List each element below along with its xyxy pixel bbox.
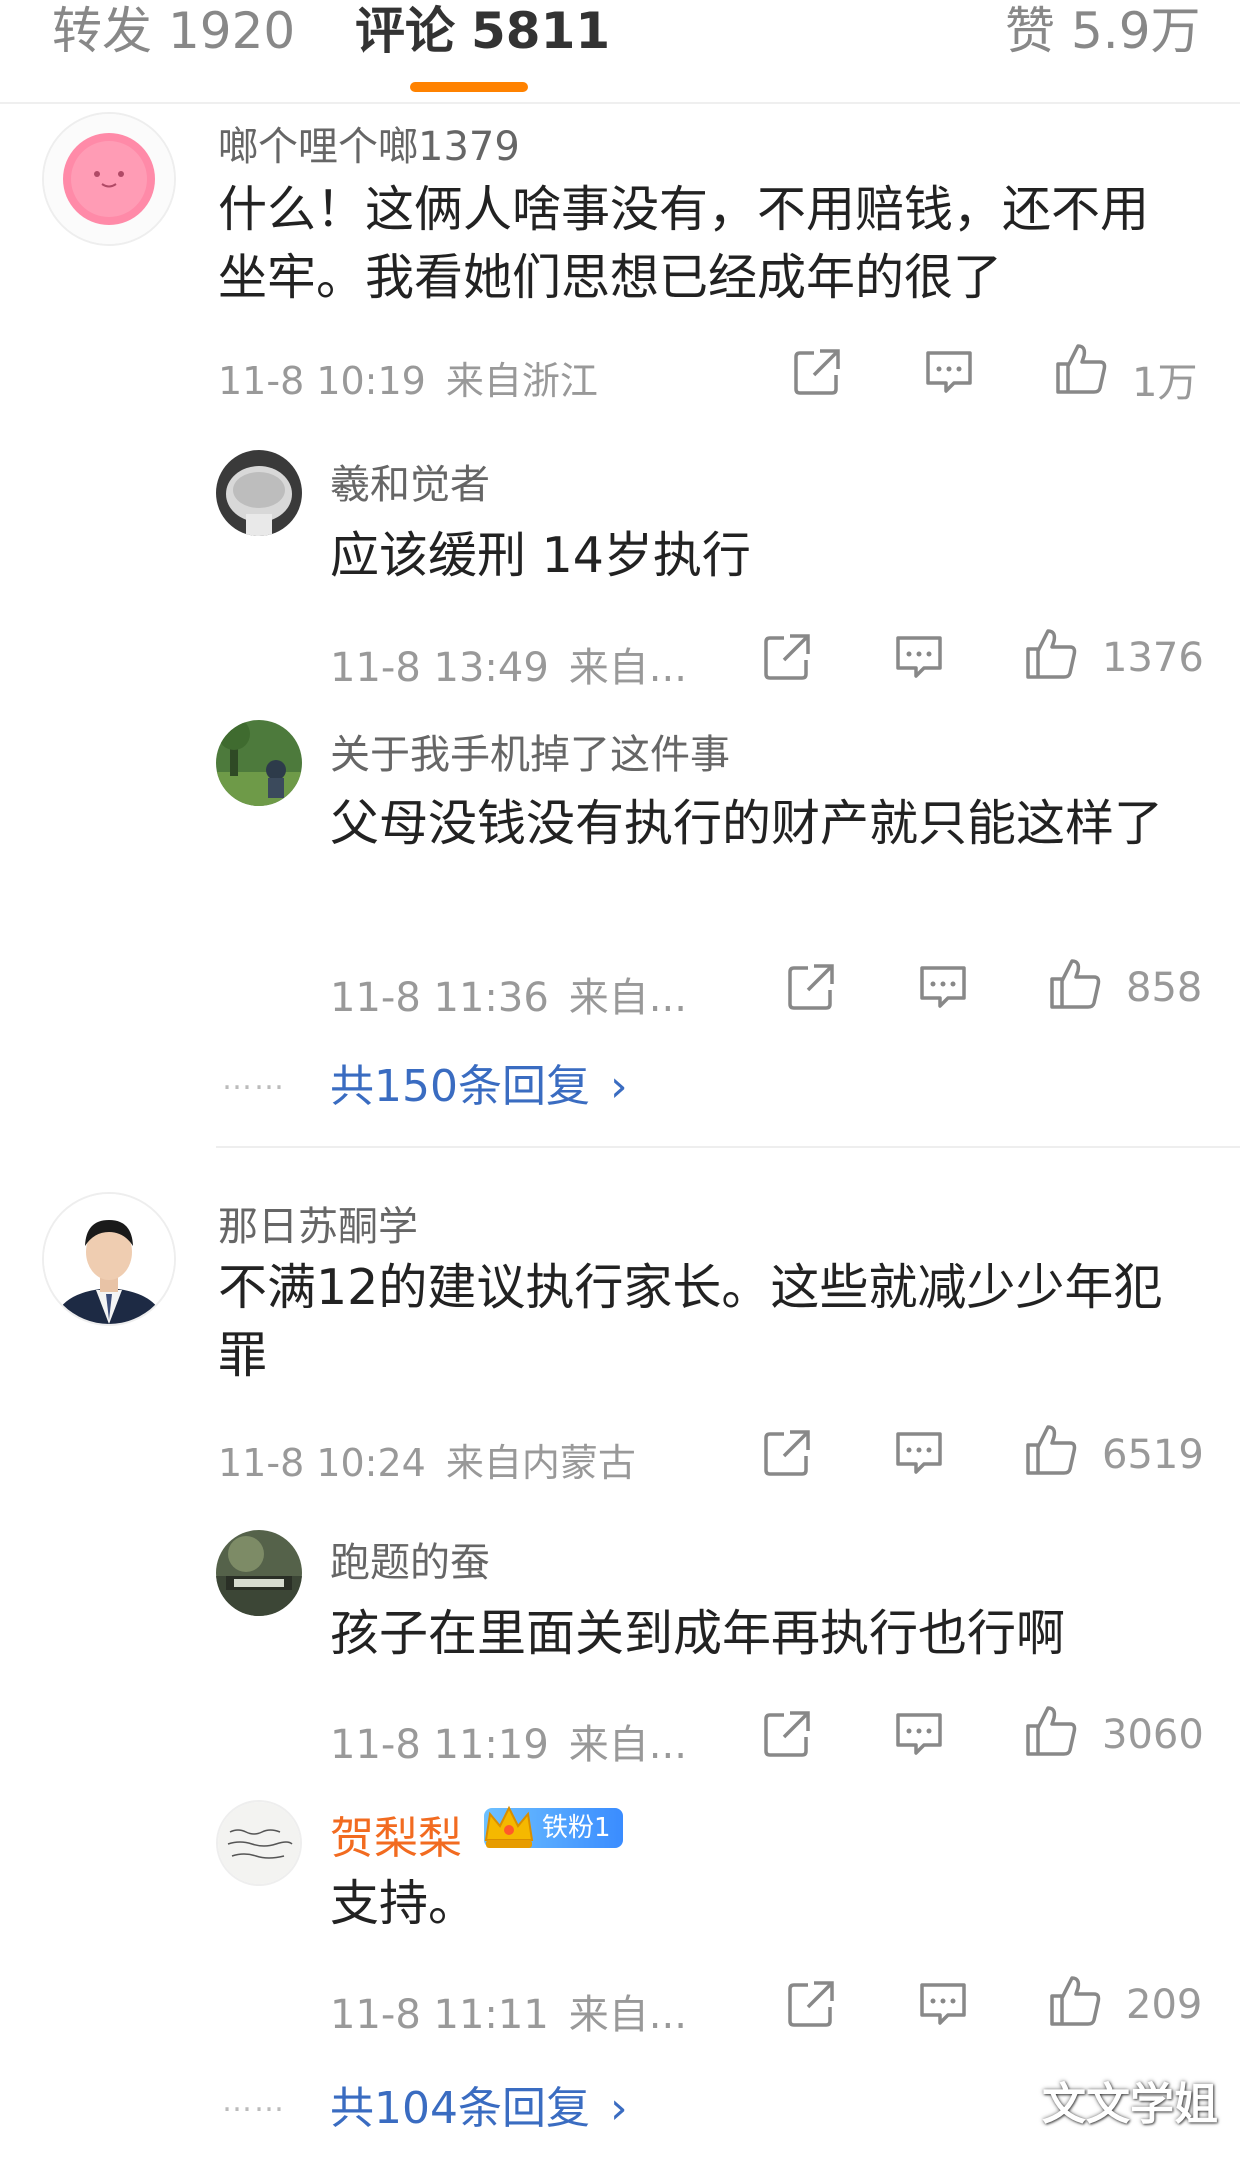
reply-meta: 11-8 11:19 来自...	[330, 1712, 687, 1770]
tab-comments-count: 5811	[471, 2, 611, 60]
reply-text: 父母没钱没有执行的财产就只能这样了	[330, 795, 1164, 852]
avatar[interactable]	[42, 112, 176, 246]
tab-comments-label: 评论	[355, 2, 455, 60]
like-icon[interactable]	[1024, 1704, 1078, 1758]
reply-location: 来自...	[568, 975, 687, 1021]
divider	[216, 1146, 1240, 1148]
avatar[interactable]	[216, 450, 302, 536]
comment-username[interactable]: 啷个哩个啷1379	[218, 114, 520, 172]
like-icon[interactable]	[1048, 957, 1102, 1011]
tab-likes-count: 5.9万	[1071, 2, 1201, 60]
reply-text: 应该缓刑 14岁执行	[330, 527, 751, 584]
active-tab-indicator	[410, 82, 528, 92]
more-replies-dots: ……	[222, 2084, 286, 2119]
share-icon[interactable]	[760, 1426, 814, 1480]
fan-badge-label: 铁粉1	[542, 1813, 611, 1843]
reply-time: 11-8 11:19	[330, 1722, 549, 1768]
chevron-right-icon: ›	[609, 2083, 628, 2134]
tab-likes-label: 赞	[1005, 2, 1055, 60]
reply-time: 11-8 13:49	[330, 645, 549, 691]
fan-badge: 铁粉1	[484, 1805, 623, 1848]
comment-meta: 11-8 10:19 来自浙江	[218, 350, 598, 405]
like-count: 1万	[1132, 360, 1198, 406]
comment-icon[interactable]	[922, 345, 976, 399]
share-icon[interactable]	[790, 345, 844, 399]
avatar[interactable]	[42, 1192, 176, 1326]
tab-repost-label: 转发	[52, 2, 152, 60]
reply-username[interactable]: 羲和觉者	[330, 452, 490, 510]
comment-icon[interactable]	[916, 960, 970, 1014]
like-icon[interactable]	[1024, 627, 1078, 681]
reply-username[interactable]: 跑题的蚕	[330, 1530, 490, 1588]
comment-icon[interactable]	[892, 630, 946, 684]
reply-location: 来自...	[568, 1992, 687, 2038]
reply-meta: 11-8 11:11 来自...	[330, 1982, 687, 2040]
more-replies-label: 共104条回复	[330, 2083, 590, 2134]
chevron-right-icon: ›	[609, 1061, 628, 1112]
like-count: 1376	[1102, 635, 1204, 681]
avatar[interactable]	[216, 1530, 302, 1616]
comment-username[interactable]: 那日苏酮学	[218, 1194, 418, 1252]
reply-text: 孩子在里面关到成年再执行也行啊	[330, 1605, 1066, 1662]
tab-comments[interactable]: 评论 5811	[355, 0, 610, 62]
tab-repost[interactable]: 转发 1920	[52, 0, 295, 62]
comment-icon[interactable]	[892, 1707, 946, 1761]
like-icon[interactable]	[1024, 1423, 1078, 1477]
reply-meta: 11-8 11:36 来自...	[330, 965, 687, 1023]
more-replies-label: 共150条回复	[330, 1061, 590, 1112]
watermark: 文文学姐	[1042, 2079, 1218, 2130]
like-icon[interactable]	[1048, 1974, 1102, 2028]
like-count: 3060	[1102, 1712, 1204, 1758]
comment-text: 不满12的建议执行家长。这些就减少少年犯罪	[218, 1259, 1163, 1384]
more-replies-dots: ……	[222, 1062, 286, 1097]
comment-icon[interactable]	[916, 1977, 970, 2031]
comment-time: 11-8 10:19	[218, 359, 426, 403]
comment-tabs: 转发 1920 评论 5811 赞 5.9万	[0, 0, 1240, 104]
more-replies-link[interactable]: 共150条回复 ›	[330, 1050, 628, 1114]
share-icon[interactable]	[760, 630, 814, 684]
comment-time: 11-8 10:24	[218, 1441, 426, 1485]
tab-likes[interactable]: 赞 5.9万	[1005, 0, 1201, 62]
reply-location: 来自...	[568, 1722, 687, 1768]
share-icon[interactable]	[760, 1707, 814, 1761]
share-icon[interactable]	[784, 1977, 838, 2031]
reply-username[interactable]: 关于我手机掉了这件事	[330, 722, 730, 780]
reply-time: 11-8 11:11	[330, 1992, 549, 2038]
like-count: 858	[1126, 965, 1203, 1011]
comment-meta: 11-8 10:24 来自内蒙古	[218, 1432, 636, 1487]
like-icon[interactable]	[1054, 342, 1108, 396]
comment-icon[interactable]	[892, 1426, 946, 1480]
avatar[interactable]	[216, 720, 302, 806]
comment-text: 什么！这俩人啥事没有，不用赔钱，还不用坐牢。我看她们思想已经成年的很了	[218, 181, 1150, 306]
crown-icon	[484, 1805, 534, 1848]
avatar[interactable]	[216, 1800, 302, 1886]
reply-meta: 11-8 13:49 来自...	[330, 635, 687, 693]
reply-username[interactable]: 贺梨梨	[330, 1802, 462, 1866]
like-count: 6519	[1102, 1432, 1204, 1478]
reply-location: 来自...	[568, 645, 687, 691]
reply-time: 11-8 11:36	[330, 975, 549, 1021]
comment-location: 来自内蒙古	[445, 1441, 636, 1485]
share-icon[interactable]	[784, 960, 838, 1014]
reply-text: 支持。	[330, 1875, 478, 1932]
comment-location: 来自浙江	[445, 359, 598, 403]
like-count: 209	[1126, 1982, 1203, 2028]
tab-repost-count: 1920	[168, 2, 296, 60]
more-replies-link[interactable]: 共104条回复 ›	[330, 2072, 628, 2136]
